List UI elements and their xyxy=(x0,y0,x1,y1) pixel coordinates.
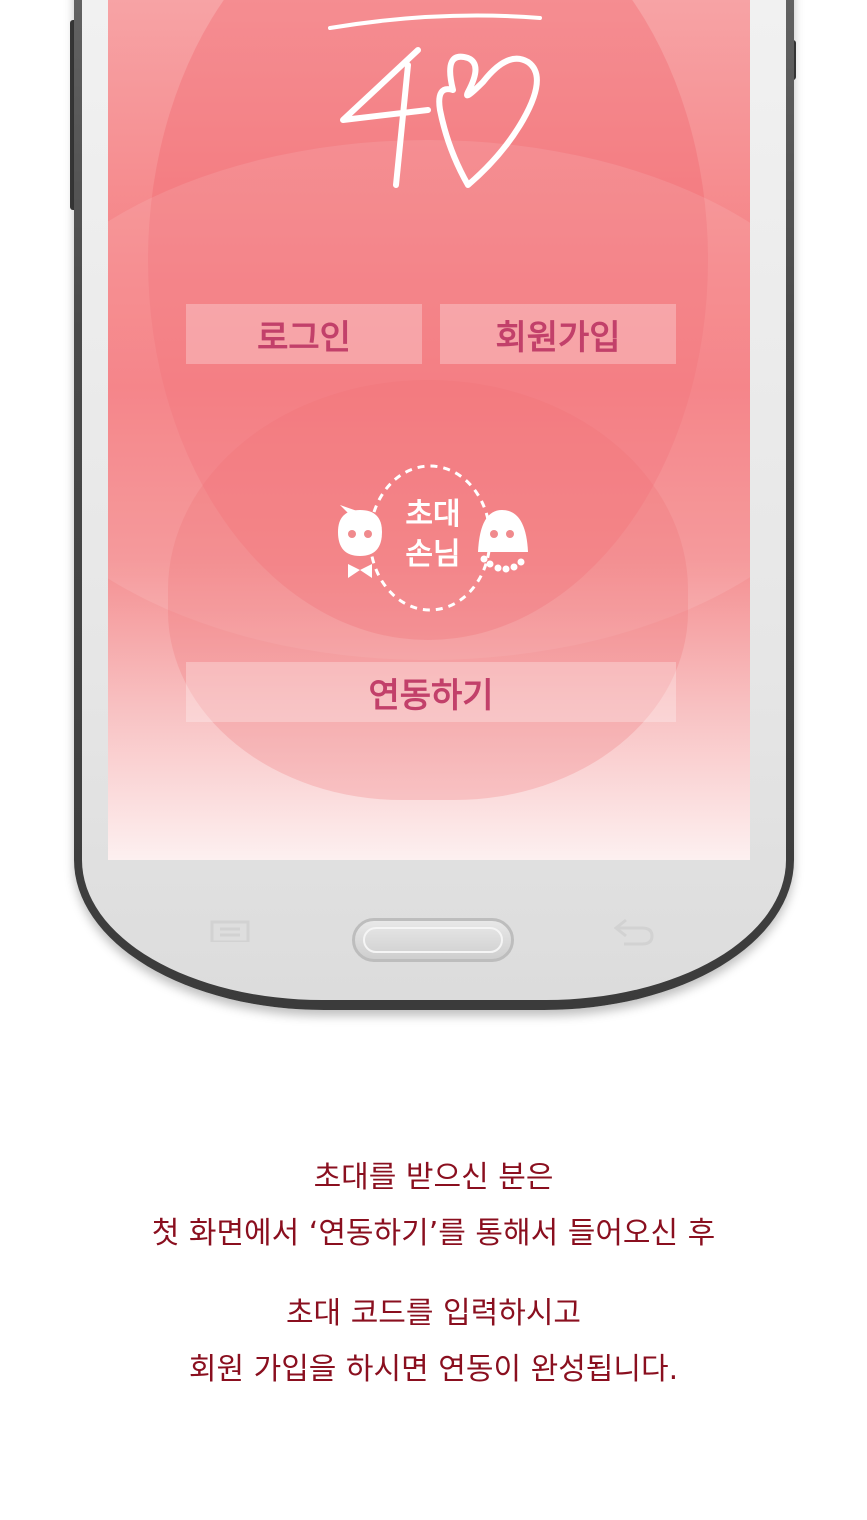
bride-icon xyxy=(478,510,528,573)
home-key-inner xyxy=(363,927,503,953)
link-account-button[interactable]: 연동하기 xyxy=(186,662,676,722)
menu-key-icon[interactable] xyxy=(210,920,250,942)
home-key[interactable] xyxy=(352,918,514,962)
caption-line-3: 초대 코드를 입력하시고 xyxy=(285,1296,582,1331)
caption-line-2: 첫 화면에서 ‘연동하기’를 통해서 들어오신 후 xyxy=(151,1216,716,1251)
groom-icon xyxy=(338,505,382,578)
caption-block-1: 초대를 받으신 분은 첫 화면에서 ‘연동하기’를 통해서 들어오신 후 xyxy=(0,1150,867,1262)
app-screen: 로그인 회원가입 초대 손님 연동하기 xyxy=(108,0,750,860)
back-key-icon[interactable] xyxy=(612,916,654,946)
app-logo xyxy=(328,13,542,188)
badge-line-2: 손님 xyxy=(405,537,461,572)
badge-label: 초대 손님 xyxy=(398,495,468,575)
signup-button[interactable]: 회원가입 xyxy=(440,304,676,364)
caption-line-1: 초대를 받으신 분은 xyxy=(313,1160,554,1195)
login-button[interactable]: 로그인 xyxy=(186,304,422,364)
badge-line-1: 초대 xyxy=(405,497,461,532)
caption-block-2: 초대 코드를 입력하시고 회원 가입을 하시면 연동이 완성됩니다. xyxy=(0,1286,867,1398)
caption-line-4: 회원 가입을 하시면 연동이 완성됩니다. xyxy=(188,1352,679,1387)
